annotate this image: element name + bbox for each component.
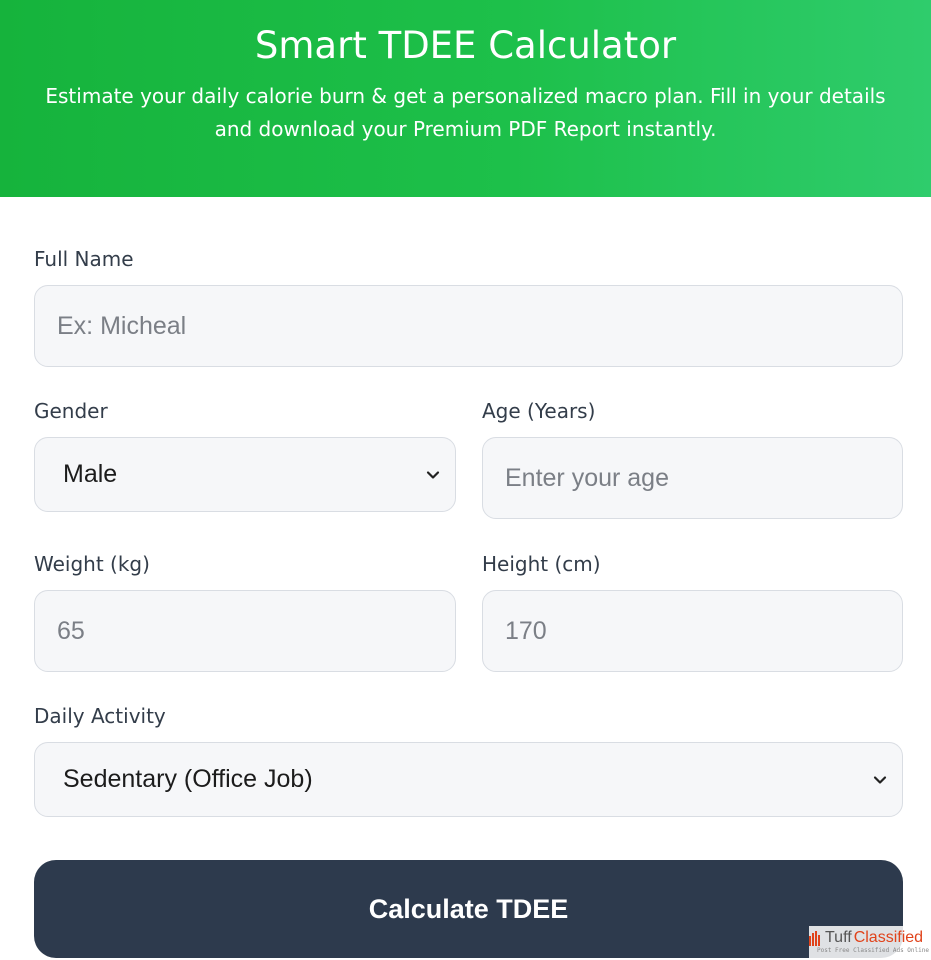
chevron-down-icon <box>873 775 887 784</box>
page-subtitle: Estimate your daily calorie burn & get a… <box>45 84 886 141</box>
gender-selected-value: Male <box>63 460 118 488</box>
age-label: Age (Years) <box>482 399 596 423</box>
weight-label: Weight (kg) <box>34 552 150 576</box>
weight-input[interactable] <box>57 616 433 646</box>
weight-field[interactable] <box>34 590 456 672</box>
watermark-name-2: Classified <box>853 929 924 946</box>
activity-selected-value: Sedentary (Office Job) <box>63 765 313 793</box>
full-name-field[interactable] <box>34 285 903 367</box>
calculate-tdee-button[interactable]: Calculate TDEE <box>34 860 903 958</box>
height-field[interactable] <box>482 590 903 672</box>
activity-label: Daily Activity <box>34 704 166 728</box>
height-input[interactable] <box>505 616 880 646</box>
bar-logo-icon <box>809 931 820 946</box>
age-input[interactable] <box>505 463 880 493</box>
chevron-down-icon <box>426 470 440 479</box>
height-label: Height (cm) <box>482 552 601 576</box>
page-title: Smart TDEE Calculator <box>254 24 677 67</box>
full-name-input[interactable] <box>57 311 880 341</box>
age-field[interactable] <box>482 437 903 519</box>
gender-select[interactable]: Male <box>34 437 456 512</box>
full-name-label: Full Name <box>34 247 134 271</box>
watermark-logo: Tuff Classified Post Free Classified Ads … <box>809 926 929 958</box>
header-banner: Smart TDEE Calculator Estimate your dail… <box>0 0 931 197</box>
activity-select[interactable]: Sedentary (Office Job) <box>34 742 903 817</box>
tdee-calculator-page: Smart TDEE Calculator Estimate your dail… <box>0 0 931 960</box>
watermark-tagline: Post Free Classified Ads Online <box>817 947 929 954</box>
watermark-name-1: Tuff <box>825 929 852 946</box>
gender-label: Gender <box>34 399 108 423</box>
